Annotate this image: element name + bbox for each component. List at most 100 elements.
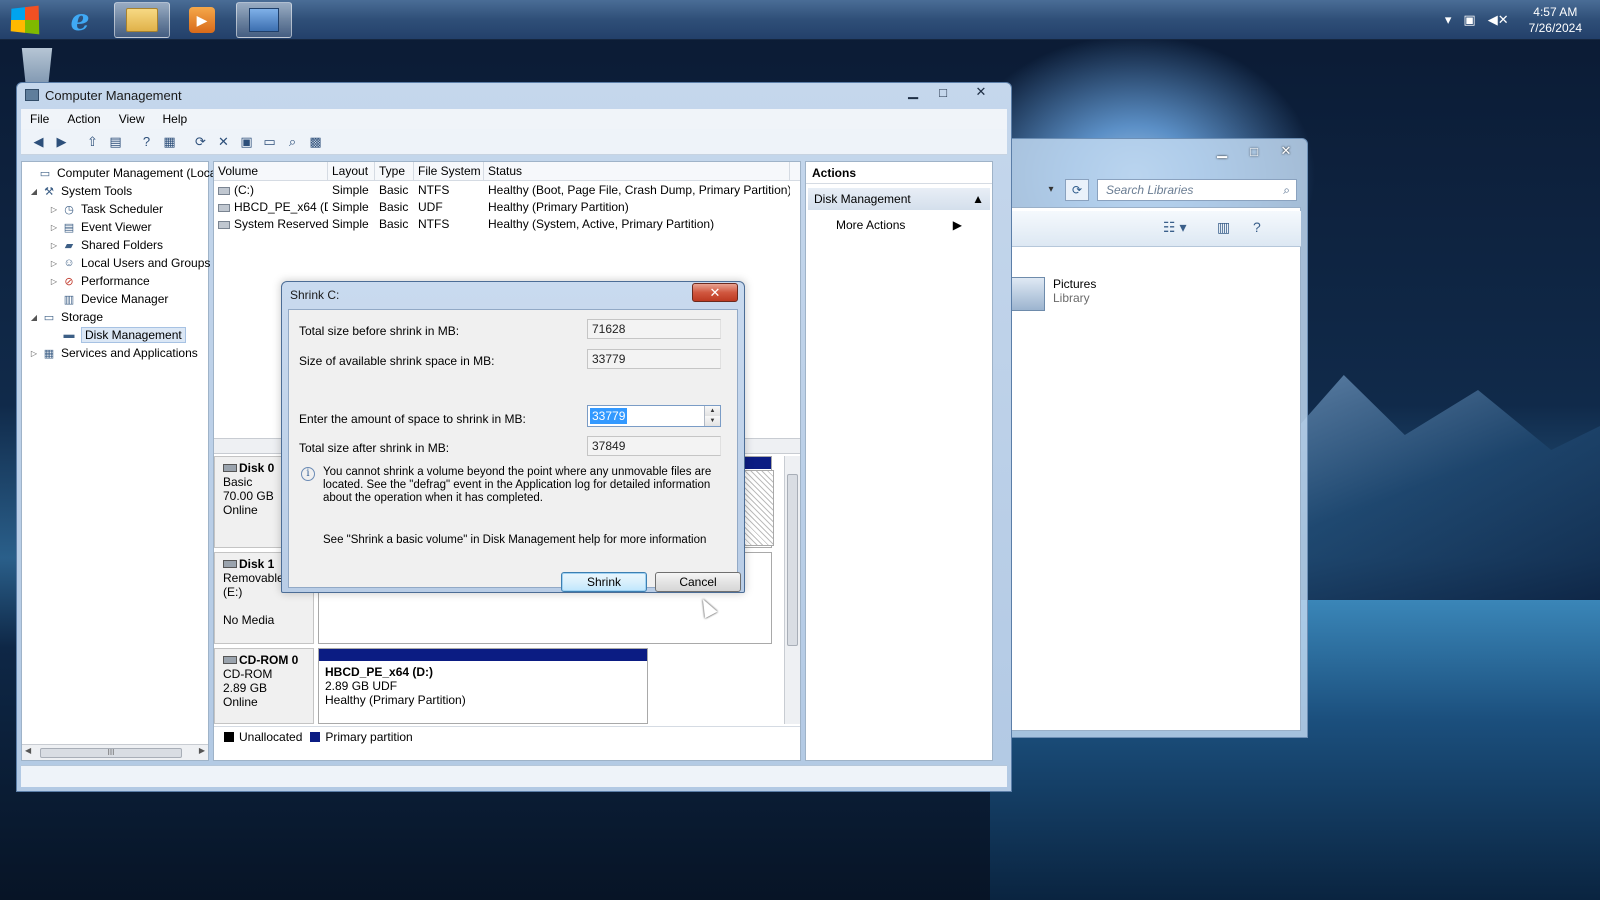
table-row[interactable]: HBCD_PE_x64 (D:) Simple Basic UDF Health… <box>214 199 790 216</box>
view-options-icon[interactable]: ☷ ▾ <box>1163 219 1186 236</box>
pictures-library-item[interactable]: Pictures Library <box>1009 277 1096 311</box>
collapse-icon[interactable]: ◢ <box>28 313 40 322</box>
actions-section-disk-management[interactable]: Disk Management ▲ <box>808 188 990 210</box>
preview-pane-icon[interactable]: ▥ <box>1217 219 1230 236</box>
column-layout[interactable]: Layout <box>328 162 375 181</box>
console-tree-icon[interactable]: ▦ <box>158 132 181 152</box>
refresh-button[interactable]: ⟳ <box>1065 179 1089 201</box>
delete-icon[interactable]: ✕ <box>212 132 235 152</box>
info-text: You cannot shrink a volume beyond the po… <box>323 466 712 504</box>
address-dropdown-icon[interactable]: ▾ <box>1041 179 1061 201</box>
close-button[interactable]: ✕ <box>959 83 1003 101</box>
tree-item-task-scheduler[interactable]: ▷ ◷ Task Scheduler <box>48 200 163 218</box>
tree-item-disk-management[interactable]: ▬ Disk Management <box>48 326 186 344</box>
folder-icon <box>126 8 158 32</box>
more-actions-item[interactable]: More Actions ▶ <box>806 214 992 236</box>
explorer-window[interactable]: ▁ □ ✕ ▾ ⟳ Search Libraries ⌕ ☷ ▾ ▥ ? Pic… <box>996 138 1308 738</box>
expand-icon[interactable]: ▷ <box>48 277 60 286</box>
computer-management-taskbar-button[interactable] <box>236 2 292 38</box>
spin-down-icon[interactable]: ▼ <box>705 416 720 426</box>
maximize-button[interactable]: □ <box>1239 141 1269 161</box>
tree-item-device-manager[interactable]: ▥ Device Manager <box>48 290 169 308</box>
refresh-icon[interactable]: ⟳ <box>189 132 212 152</box>
open-icon[interactable]: ▭ <box>258 132 281 152</box>
clock-time: 4:57 AM <box>1533 5 1578 19</box>
search-icon[interactable]: ⌕ <box>281 132 304 152</box>
disk-view-vertical-scrollbar[interactable] <box>784 456 800 724</box>
menu-file[interactable]: File <box>21 112 58 126</box>
tree-label: Services and Applications <box>61 346 198 360</box>
show-hide-tree-icon[interactable]: ▤ <box>104 132 127 152</box>
clock[interactable]: 4:57 AM 7/26/2024 <box>1529 4 1582 36</box>
library-name: Pictures <box>1053 277 1097 291</box>
table-row[interactable]: (C:) Simple Basic NTFS Healthy (Boot, Pa… <box>214 182 790 199</box>
help-icon[interactable]: ? <box>1253 219 1261 235</box>
column-file-system[interactable]: File System <box>414 162 484 181</box>
tree-horizontal-scrollbar[interactable]: ◀ III ▶ <box>22 744 208 760</box>
collapse-up-icon[interactable]: ▲ <box>972 192 984 206</box>
settings-icon[interactable]: ▩ <box>304 132 327 152</box>
network-icon[interactable]: ▣ <box>1463 12 1475 28</box>
menu-help[interactable]: Help <box>154 112 197 126</box>
device-manager-icon: ▥ <box>63 293 75 306</box>
tree-item-performance[interactable]: ▷ ⊘ Performance <box>48 272 150 290</box>
close-button[interactable]: ✕ <box>1271 141 1301 161</box>
volume-muted-icon[interactable]: ◀✕ <box>1488 12 1509 28</box>
shrink-button[interactable]: Shrink <box>561 572 647 592</box>
minimize-button[interactable]: ▁ <box>1207 141 1237 161</box>
tree-item-shared-folders[interactable]: ▷ ▰ Shared Folders <box>48 236 163 254</box>
search-input[interactable]: Search Libraries ⌕ <box>1097 179 1297 201</box>
expand-icon[interactable]: ▷ <box>48 223 60 232</box>
tree-item-root[interactable]: ▭ Computer Management (Local <box>24 164 219 182</box>
tree-item-storage[interactable]: ◢ ▭ Storage <box>28 308 103 326</box>
shrink-amount-input[interactable]: 33779 ▲ ▼ <box>587 405 721 427</box>
expand-icon[interactable]: ▷ <box>48 241 60 250</box>
volume-name: System Reserved <box>234 217 328 231</box>
spin-up-icon[interactable]: ▲ <box>705 406 720 416</box>
shrink-amount-value[interactable]: 33779 <box>590 408 628 424</box>
recycle-bin-icon[interactable] <box>21 48 53 84</box>
scroll-thumb[interactable] <box>787 474 798 646</box>
properties-icon[interactable]: ▣ <box>235 132 258 152</box>
primary-partition-swatch <box>310 731 321 742</box>
tree-item-event-viewer[interactable]: ▷ ▤ Event Viewer <box>48 218 152 236</box>
dialog-close-button[interactable]: ✕ <box>692 283 738 302</box>
collapse-icon[interactable]: ◢ <box>28 187 40 196</box>
up-folder-icon[interactable]: ⇧ <box>81 132 104 152</box>
tree-label: Task Scheduler <box>81 202 164 216</box>
column-status[interactable]: Status <box>484 162 790 181</box>
show-hidden-icons-icon[interactable]: ▾ <box>1445 12 1452 28</box>
expand-icon[interactable]: ▷ <box>48 205 60 214</box>
menu-action[interactable]: Action <box>58 112 109 126</box>
table-row[interactable]: System Reserved Simple Basic NTFS Health… <box>214 216 790 233</box>
help-icon[interactable]: ? <box>135 132 158 152</box>
drive-icon <box>218 186 230 195</box>
minimize-button[interactable]: ▁ <box>899 83 927 101</box>
status-bar <box>21 765 1007 787</box>
scroll-left-icon[interactable]: ◀ <box>25 746 31 755</box>
expand-icon[interactable]: ▷ <box>28 349 40 358</box>
forward-icon[interactable]: ▶ <box>50 132 73 152</box>
tree-item-system-tools[interactable]: ◢ ⚒ System Tools <box>28 182 132 200</box>
scroll-right-icon[interactable]: ▶ <box>199 746 205 755</box>
cdrom-0-partition[interactable]: HBCD_PE_x64 (D:) 2.89 GB UDF Healthy (Pr… <box>318 648 648 724</box>
clock-date: 7/26/2024 <box>1528 21 1582 35</box>
tree-item-local-users[interactable]: ▷ ☺ Local Users and Groups <box>48 254 210 272</box>
scroll-thumb[interactable]: III <box>40 748 182 758</box>
internet-explorer-button[interactable]: e <box>52 2 108 38</box>
media-player-button[interactable]: ▶ <box>174 2 230 38</box>
expand-icon[interactable]: ▷ <box>48 259 60 268</box>
volume-list-header: Volume Layout Type File System Status <box>214 162 800 181</box>
cancel-button[interactable]: Cancel <box>655 572 741 592</box>
shrink-dialog[interactable]: Shrink C: ✕ Total size before shrink in … <box>281 281 745 593</box>
windows-explorer-button[interactable] <box>114 2 170 38</box>
menu-view[interactable]: View <box>110 112 154 126</box>
start-button[interactable] <box>10 5 40 35</box>
column-type[interactable]: Type <box>375 162 414 181</box>
column-volume[interactable]: Volume <box>214 162 328 181</box>
cdrom-0-label[interactable]: CD-ROM 0 CD-ROM 2.89 GB Online <box>214 648 314 724</box>
back-icon[interactable]: ◀ <box>27 132 50 152</box>
disk-type: CD-ROM <box>223 667 273 681</box>
maximize-button[interactable]: □ <box>929 83 957 101</box>
tree-item-services[interactable]: ▷ ▦ Services and Applications <box>28 344 198 362</box>
